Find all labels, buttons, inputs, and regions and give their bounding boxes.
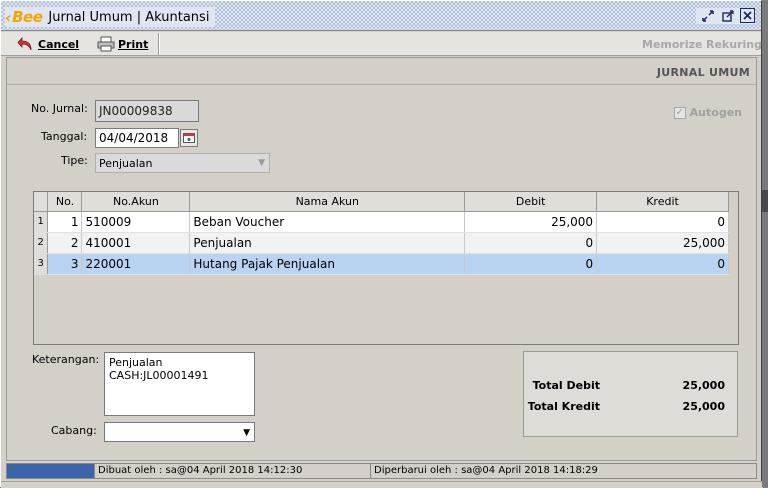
edge-marker [762, 190, 768, 212]
journal-table: No. No.Akun Nama Akun Debit Kredit 1 1 5… [34, 192, 729, 275]
keterangan-textarea[interactable]: Penjualan CASH:JL00001491 [104, 352, 255, 416]
no-jurnal-field[interactable]: JN00009838 [95, 100, 199, 122]
cell-nama-akun[interactable]: Hutang Pajak Penjualan [189, 253, 466, 275]
cell-debit[interactable]: 0 [464, 232, 598, 254]
autogen-check-icon: ✓ [673, 106, 686, 119]
total-debit-label: Total Debit [532, 379, 600, 392]
page-title: JURNAL UMUM [656, 66, 750, 79]
cell-kredit[interactable]: 0 [596, 253, 729, 275]
bee-logo-icon: ‹ [5, 7, 12, 27]
title-group: ‹ Bee Jurnal Umum | Akuntansi [5, 7, 216, 27]
restore-icon[interactable] [700, 8, 716, 24]
bee-logo: ‹ Bee [5, 7, 43, 27]
cancel-button[interactable]: Cancel [13, 34, 83, 54]
chevron-down-icon: ▼ [243, 428, 250, 438]
title-bar[interactable]: ‹ Bee Jurnal Umum | Akuntansi [1, 1, 761, 31]
cell-no[interactable]: 1 [47, 211, 83, 233]
row-number: 2 [34, 232, 49, 254]
close-icon[interactable] [740, 8, 755, 23]
tipe-value: Penjualan [99, 157, 153, 170]
cell-no-akun[interactable]: 510009 [81, 211, 191, 233]
window-edge [762, 0, 768, 487]
cell-no[interactable]: 2 [47, 232, 83, 254]
column-header-kredit[interactable]: Kredit [596, 192, 729, 212]
table-header-row: No. No.Akun Nama Akun Debit Kredit [34, 192, 729, 212]
cell-no[interactable]: 3 [47, 253, 83, 275]
cancel-label: Cancel [38, 37, 80, 51]
journal-window: ‹ Bee Jurnal Umum | Akuntansi Cancel Pri… [0, 0, 763, 488]
total-kredit-value: 25,000 [682, 400, 725, 413]
journal-grid: No. No.Akun Nama Akun Debit Kredit 1 1 5… [33, 191, 739, 345]
toolbar: Cancel Print Memorize Rekuring [1, 32, 762, 56]
print-label: Print [118, 37, 149, 51]
status-bar: Dibuat oleh : sa@04 April 2018 14:12:30 … [6, 463, 757, 479]
autogen-checkbox[interactable]: ✓ Autogen [673, 106, 742, 119]
cell-no-akun[interactable]: 220001 [81, 253, 191, 275]
cell-kredit[interactable]: 0 [596, 211, 729, 233]
tanggal-field[interactable]: 04/04/2018 [95, 128, 179, 148]
tipe-select[interactable]: Penjualan ▼ [95, 153, 270, 173]
total-debit-value: 25,000 [682, 379, 725, 392]
tanggal-label: Tanggal: [41, 130, 88, 143]
calendar-button[interactable] [180, 129, 198, 147]
cell-no-akun[interactable]: 410001 [81, 232, 191, 254]
autogen-label: Autogen [689, 106, 742, 119]
toolbar-separator [158, 33, 160, 55]
total-kredit-label: Total Kredit [527, 400, 600, 413]
chevron-down-icon: ▼ [258, 158, 265, 168]
maximize-icon[interactable] [720, 8, 736, 24]
status-progress [7, 464, 95, 478]
cell-nama-akun[interactable]: Beban Voucher [189, 211, 466, 233]
cell-debit[interactable]: 0 [464, 253, 598, 275]
rekuring-button[interactable]: Rekuring [706, 38, 762, 51]
print-button[interactable]: Print [93, 34, 152, 54]
heading-divider [7, 84, 756, 85]
totals-panel: Total Debit 25,000 Total Kredit 25,000 [523, 351, 738, 437]
window-controls [696, 8, 755, 24]
logo-text: Bee [12, 8, 43, 26]
memorize-button[interactable]: Memorize [642, 38, 702, 51]
window-title: Jurnal Umum | Akuntansi [48, 9, 210, 25]
form-panel: JURNAL UMUM No. Jurnal: JN00009838 ✓ Aut… [6, 57, 757, 461]
cabang-label: Cabang: [51, 424, 97, 437]
table-row[interactable]: 1 1 510009 Beban Voucher 25,000 0 [34, 211, 729, 233]
column-header-no[interactable]: No. [47, 192, 83, 212]
column-header-debit[interactable]: Debit [464, 192, 598, 212]
row-number-header [34, 192, 49, 212]
calendar-icon [183, 133, 195, 143]
table-row-selected[interactable]: 3 3 220001 Hutang Pajak Penjualan 0 0 [34, 253, 729, 275]
column-header-no-akun[interactable]: No.Akun [81, 192, 191, 212]
cell-debit[interactable]: 25,000 [464, 211, 598, 233]
cabang-select[interactable]: ▼ [104, 422, 255, 442]
row-number: 1 [34, 211, 49, 233]
keterangan-label: Keterangan: [32, 353, 100, 366]
cancel-icon [17, 36, 32, 51]
printer-icon [97, 36, 115, 52]
status-updated: Diperbarui oleh : sa@04 April 2018 14:18… [374, 465, 598, 476]
cell-kredit[interactable]: 25,000 [596, 232, 729, 254]
table-row[interactable]: 2 2 410001 Penjualan 0 25,000 [34, 232, 729, 254]
row-number: 3 [34, 253, 49, 275]
tipe-label: Tipe: [61, 154, 88, 167]
status-created: Dibuat oleh : sa@04 April 2018 14:12:30 [95, 464, 371, 478]
no-jurnal-label: No. Jurnal: [31, 102, 88, 115]
cell-nama-akun[interactable]: Penjualan [189, 232, 466, 254]
column-header-nama-akun[interactable]: Nama Akun [189, 192, 466, 212]
